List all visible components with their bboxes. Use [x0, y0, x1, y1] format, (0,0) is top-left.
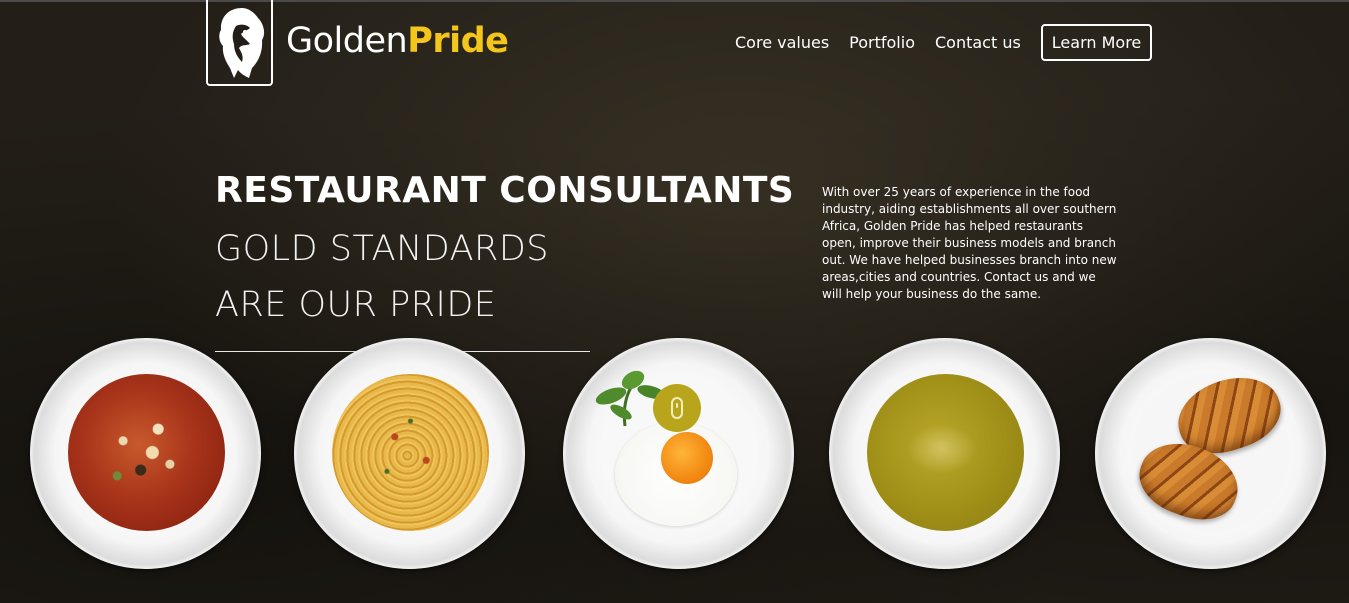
- hero-subline-2: ARE OUR PRIDE: [215, 285, 497, 325]
- learn-more-button[interactable]: Learn More: [1040, 24, 1153, 61]
- spaghetti-icon: [332, 374, 489, 531]
- logo[interactable]: [206, 0, 273, 86]
- mouse-scroll-icon: [671, 397, 683, 419]
- main-nav: Core values Portfolio Contact us Learn M…: [735, 24, 1153, 61]
- vegetable-soup-icon: [68, 374, 225, 531]
- hero-subline-1: GOLD STANDARDS: [215, 229, 550, 269]
- nav-core-values[interactable]: Core values: [735, 33, 829, 52]
- green-soup-icon: [867, 374, 1024, 531]
- brand-name-golden: Golden: [286, 21, 408, 61]
- scroll-down-button[interactable]: [653, 384, 701, 432]
- plate-green-soup: [829, 338, 1060, 569]
- plate-spaghetti: [294, 338, 525, 569]
- hero-blurb: With over 25 years of experience in the …: [822, 185, 1117, 301]
- egg-yolk: [661, 432, 713, 484]
- nav-contact-us[interactable]: Contact us: [935, 33, 1021, 52]
- nav-portfolio[interactable]: Portfolio: [849, 33, 915, 52]
- plate-vegetable-soup: [30, 338, 261, 569]
- plate-croissants: [1095, 338, 1326, 569]
- brand-name-pride: Pride: [407, 21, 509, 61]
- plate-fried-egg: [563, 338, 794, 569]
- brand-name[interactable]: GoldenPride: [286, 20, 509, 62]
- hero-headline: RESTAURANT CONSULTANTS: [215, 170, 795, 211]
- lion-head-icon: [219, 8, 265, 78]
- top-border: [0, 0, 1349, 2]
